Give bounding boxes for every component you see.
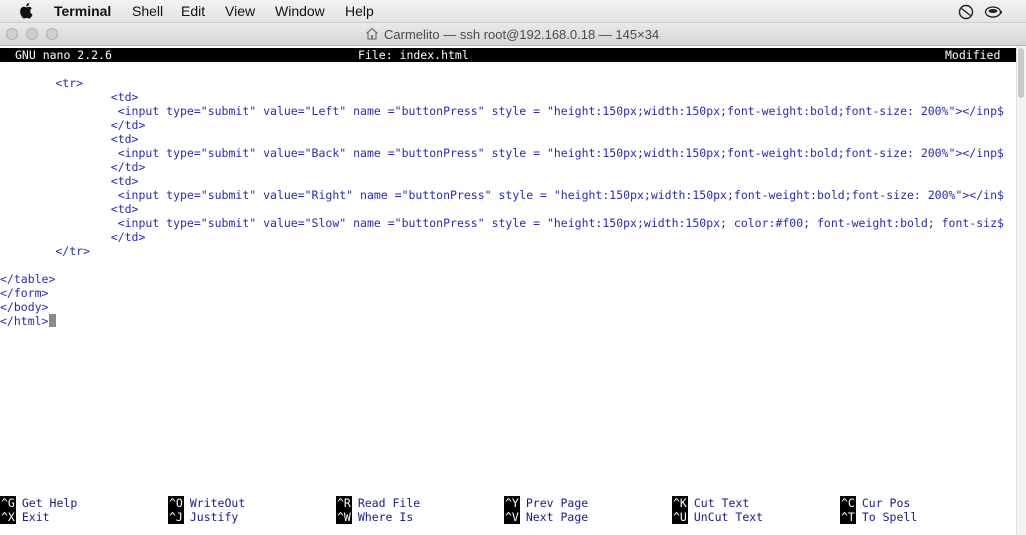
shortcut-label: To Spell	[861, 510, 918, 524]
apple-logo-icon[interactable]	[19, 2, 35, 19]
window-title: Carmelito — ssh root@192.168.0.18 — 145×…	[384, 27, 660, 42]
menu-terminal[interactable]: Terminal	[54, 3, 111, 19]
zoom-window-button[interactable]	[46, 28, 58, 40]
text-cursor	[49, 314, 56, 327]
house-icon	[366, 27, 378, 40]
minimize-window-button[interactable]	[26, 28, 38, 40]
shortcut-label: UnCut Text	[693, 510, 764, 524]
code-line: </tr>	[0, 244, 91, 258]
shortcut-label: Justify	[189, 510, 239, 524]
menu-shell[interactable]: Shell	[132, 3, 163, 19]
code-line: <tr>	[0, 76, 84, 90]
shortcut-key: ^W	[336, 510, 352, 524]
code-line: </td>	[0, 160, 146, 174]
coffee-cup-icon[interactable]	[984, 4, 1004, 20]
shortcut-label: Next Page	[525, 510, 589, 524]
do-not-disturb-icon[interactable]	[958, 4, 974, 20]
menu-bar: Terminal Shell Edit View Window Help	[0, 0, 1026, 23]
vertical-scrollbar[interactable]	[1016, 46, 1026, 535]
shortcut-label: Exit	[21, 510, 50, 524]
shortcut-key: ^K	[672, 496, 688, 510]
shortcut-uncut-text[interactable]: ^U UnCut Text	[672, 510, 763, 524]
shortcut-get-help[interactable]: ^G Get Help	[0, 496, 77, 510]
shortcut-label: Read File	[357, 496, 421, 510]
shortcut-read-file[interactable]: ^R Read File	[336, 496, 420, 510]
code-line: <input type="submit" value="Right" name …	[0, 188, 1004, 202]
shortcut-exit[interactable]: ^X Exit	[0, 510, 50, 524]
shortcut-writeout[interactable]: ^O WriteOut	[168, 496, 245, 510]
nano-file-name: File: index.html	[358, 48, 469, 62]
shortcut-to-spell[interactable]: ^T To Spell	[840, 510, 917, 524]
shortcut-label: Prev Page	[525, 496, 589, 510]
shortcut-label: WriteOut	[189, 496, 246, 510]
nano-version: GNU nano 2.2.6	[15, 48, 112, 62]
shortcut-key: ^X	[0, 510, 16, 524]
code-line: <td>	[0, 90, 139, 104]
shortcut-key: ^O	[168, 496, 184, 510]
code-line: <input type="submit" value="Slow" name =…	[0, 216, 1004, 230]
shortcut-key: ^G	[0, 496, 16, 510]
shortcut-label: Cur Pos	[861, 496, 911, 510]
shortcut-key: ^Y	[504, 496, 520, 510]
shortcut-key: ^U	[672, 510, 688, 524]
shortcut-justify[interactable]: ^J Justify	[168, 510, 238, 524]
code-line: <input type="submit" value="Back" name =…	[0, 146, 1004, 160]
code-line: </html>	[0, 314, 49, 328]
code-line: </td>	[0, 118, 146, 132]
shortcut-prev-page[interactable]: ^Y Prev Page	[504, 496, 588, 510]
close-window-button[interactable]	[6, 28, 18, 40]
shortcut-key: ^J	[168, 510, 184, 524]
code-line: <td>	[0, 202, 139, 216]
menu-help[interactable]: Help	[345, 3, 374, 19]
shortcut-label: Get Help	[21, 496, 78, 510]
shortcut-where-is[interactable]: ^W Where Is	[336, 510, 413, 524]
code-line: </body>	[0, 300, 49, 314]
window-title-bar[interactable]: Carmelito — ssh root@192.168.0.18 — 145×…	[0, 23, 1026, 46]
shortcut-key: ^C	[840, 496, 856, 510]
shortcut-next-page[interactable]: ^V Next Page	[504, 510, 588, 524]
scrollbar-thumb[interactable]	[1018, 48, 1024, 98]
menu-view[interactable]: View	[225, 3, 255, 19]
shortcut-key: ^V	[504, 510, 520, 524]
code-line: </table>	[0, 272, 56, 286]
code-line: </td>	[0, 230, 146, 244]
code-line: <td>	[0, 132, 139, 146]
code-line: <input type="submit" value="Left" name =…	[0, 104, 1004, 118]
menu-window[interactable]: Window	[275, 3, 325, 19]
code-line: </form>	[0, 286, 49, 300]
menu-edit[interactable]: Edit	[181, 3, 205, 19]
terminal-view[interactable]: GNU nano 2.2.6 File: index.html Modified…	[0, 46, 1016, 535]
shortcut-key: ^T	[840, 510, 856, 524]
nano-header-bar: GNU nano 2.2.6 File: index.html Modified	[0, 48, 1016, 62]
nano-modified-status: Modified	[945, 48, 1001, 62]
shortcut-cut-text[interactable]: ^K Cut Text	[672, 496, 749, 510]
shortcut-key: ^R	[336, 496, 352, 510]
shortcut-label: Where Is	[357, 510, 414, 524]
code-line: <td>	[0, 174, 139, 188]
shortcut-cur-pos[interactable]: ^C Cur Pos	[840, 496, 910, 510]
shortcut-label: Cut Text	[693, 496, 750, 510]
